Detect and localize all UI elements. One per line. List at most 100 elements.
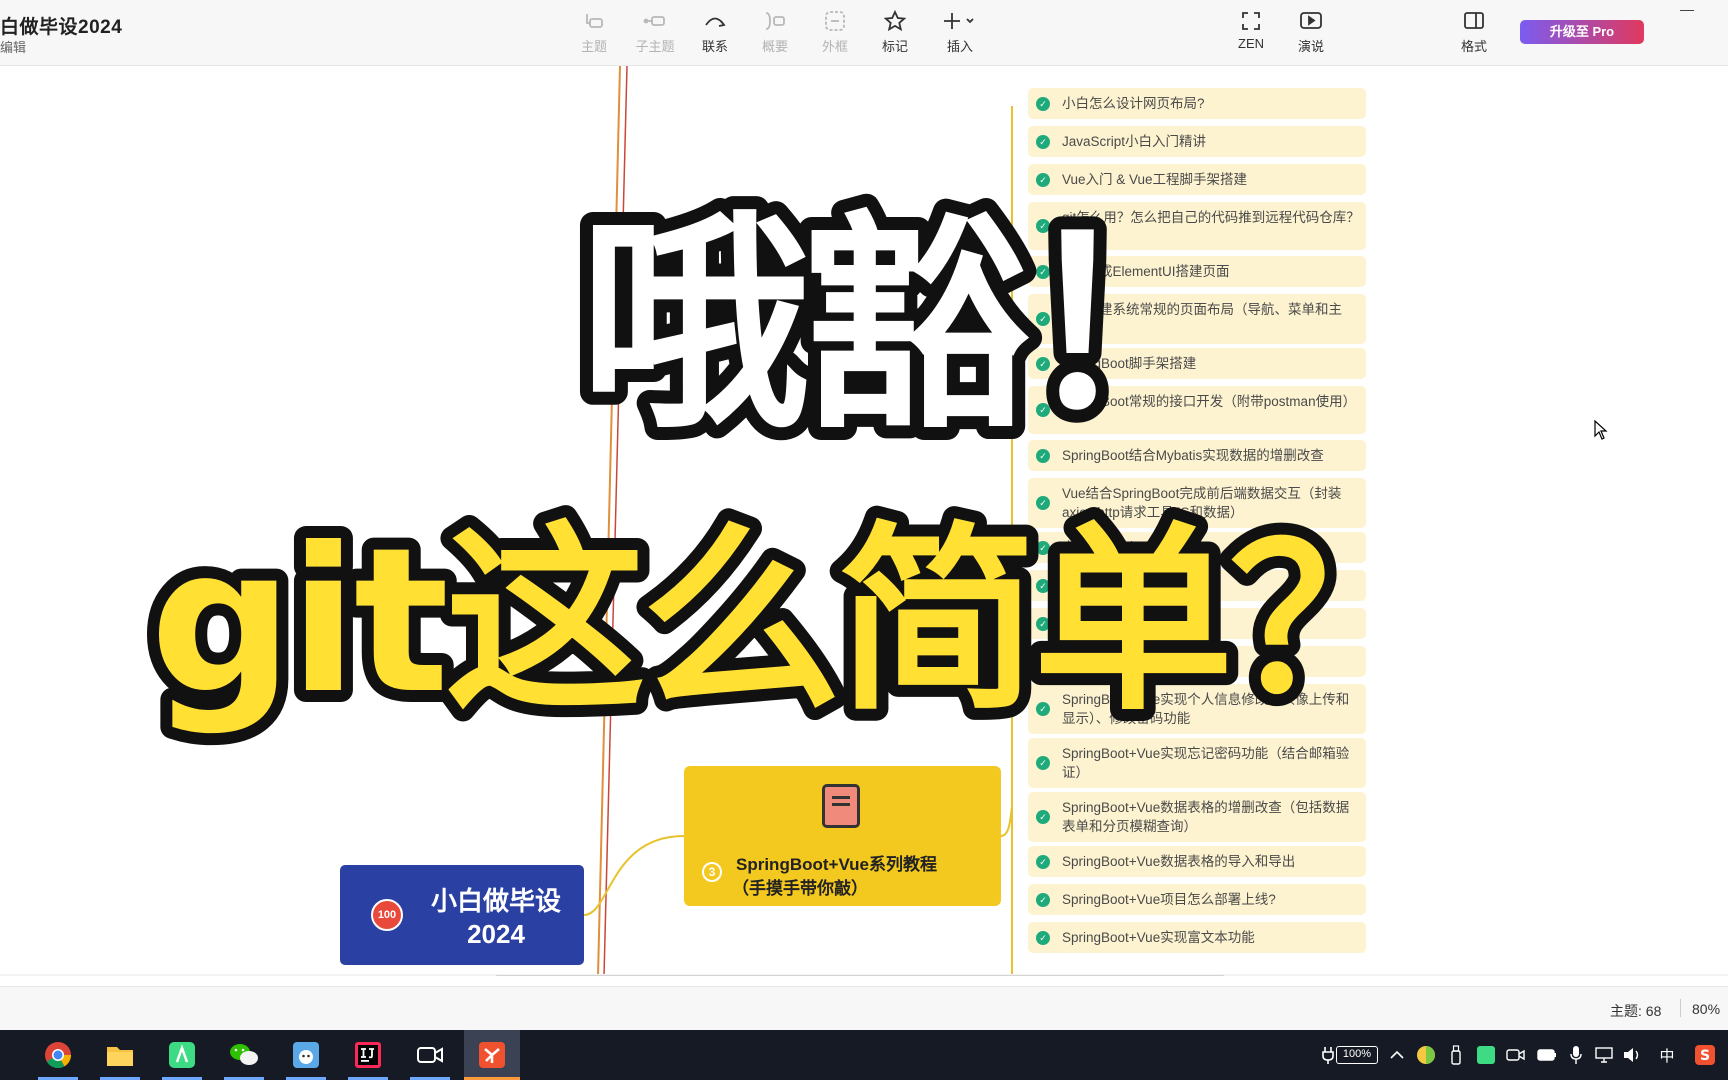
task-complete-icon[interactable]: ✓	[1036, 654, 1050, 669]
subtopic-item[interactable]: ✓ SpringBoot+Vue项目怎么部署上线?	[1028, 884, 1366, 915]
task-complete-icon[interactable]: ✓	[1036, 356, 1050, 371]
task-complete-icon[interactable]: ✓	[1036, 616, 1050, 631]
tray-usb[interactable]	[1444, 1030, 1468, 1080]
toolbar-format-button[interactable]: 格式	[1444, 10, 1504, 55]
subtopic-label: SpringBoot+Vue实现富文本功能	[1062, 930, 1255, 945]
toolbar-zen-button[interactable]: ZEN	[1221, 10, 1281, 51]
taskbar-live2d[interactable]	[278, 1030, 334, 1080]
subtopic-item[interactable]: ✓ JavaScript小白入门精讲	[1028, 126, 1366, 157]
task-complete-icon[interactable]: ✓	[1036, 264, 1050, 279]
subtopic-item[interactable]: ✓ SpringBoot+Vue数据表格的导入和导出	[1028, 846, 1366, 877]
subtopic-item[interactable]: ✓ git怎么用？怎么把自己的代码推到远程代码仓库？	[1028, 202, 1366, 250]
window-minimize-button[interactable]	[1680, 10, 1694, 11]
toolbar-boundary-button[interactable]: 外框	[805, 10, 865, 55]
subtopic-item[interactable]: ✓ Vue搭建系统常规的页面布局（导航、菜单和主体）	[1028, 294, 1366, 344]
xmind-app-window: 白做毕设2024 编辑 主题 子主题 联系 概要 外框 标记 插入 ZEN 演说…	[0, 0, 1728, 1080]
android-studio-icon	[169, 1042, 195, 1068]
tray-overflow[interactable]	[1386, 1030, 1408, 1080]
relationship-icon	[705, 17, 726, 27]
subtopic-item[interactable]: ✓ 前后端分离开发文件上传	[1028, 608, 1366, 639]
subtopic-item[interactable]: ✓ SpringBoot+Vue实现富文本功能	[1028, 922, 1366, 953]
toolbar-marker-label: 标记	[881, 39, 908, 54]
subtopic-label: Vue搭建系统常规的页面布局（导航、菜单和主体）	[1062, 302, 1343, 336]
speaker-icon	[1624, 1048, 1639, 1062]
subtopic-item[interactable]: ✓ Vue入门 & Vue工程脚手架搭建	[1028, 164, 1366, 195]
task-complete-icon[interactable]: ✓	[1036, 756, 1050, 770]
tray-volume[interactable]	[1620, 1030, 1644, 1080]
task-complete-icon[interactable]: ✓	[1036, 810, 1050, 824]
boundary-icon	[825, 11, 845, 31]
task-complete-icon[interactable]: ✓	[1036, 312, 1050, 326]
taskbar-intellij[interactable]	[340, 1030, 396, 1080]
task-complete-icon[interactable]: ✓	[1036, 96, 1050, 111]
colorful-app-icon	[1417, 1046, 1435, 1064]
taskbar-wechat[interactable]	[216, 1030, 272, 1080]
sogou-ime-icon: S	[1695, 1045, 1715, 1065]
task-complete-icon[interactable]: ✓	[1036, 448, 1050, 463]
toolbar-subtopic-button[interactable]: 子主题	[625, 10, 685, 55]
task-complete-icon[interactable]: ✓	[1036, 496, 1050, 510]
task-complete-icon[interactable]: ✓	[1036, 578, 1050, 593]
battery-indicator[interactable]: 100%	[1336, 1046, 1378, 1064]
document-subtitle: 编辑	[0, 40, 27, 55]
xmind-icon	[479, 1042, 505, 1068]
tray-android-studio[interactable]	[1474, 1030, 1498, 1080]
tray-ime-mode[interactable]: 中	[1654, 1030, 1680, 1080]
subtopic-item[interactable]: ✓ Vue结合SpringBoot完成前后端数据交互（封装axios http请求…	[1028, 478, 1366, 528]
tray-network[interactable]	[1592, 1030, 1616, 1080]
task-complete-icon[interactable]: ✓	[1036, 403, 1050, 417]
taskbar-file-explorer[interactable]	[92, 1030, 148, 1080]
sogou-ime-letter: S	[1700, 1048, 1710, 1064]
subtopic-label: 实现登录验证	[1062, 540, 1143, 555]
subtopic-item[interactable]: ✓ SpringBoot脚手架搭建	[1028, 348, 1366, 379]
tray-camera[interactable]	[1504, 1030, 1528, 1080]
toolbar-present-button[interactable]: 演说	[1281, 10, 1341, 55]
subtopic-item[interactable]: ✓ 小白怎么设计网页布局?	[1028, 88, 1366, 119]
subtopic-item[interactable]: ✓ Vue集成ElementUI搭建页面	[1028, 256, 1366, 287]
subtopic-item[interactable]: ✓ SpringBoot+Vue实现个人信息修改（头像上传和显示）、修改密码功能	[1028, 684, 1366, 734]
subtopic-item[interactable]: ✓ SpringBoot常规的接口开发（附带postman使用）	[1028, 386, 1366, 434]
taskbar-chrome[interactable]	[30, 1030, 86, 1080]
task-complete-icon[interactable]: ✓	[1036, 702, 1050, 716]
tray-battery[interactable]	[1534, 1030, 1560, 1080]
mindmap-canvas[interactable]: ✓ 小白怎么设计网页布局? ✓ JavaScript小白入门精讲 ✓ Vue入门 & Vu…	[0, 66, 1728, 976]
upgrade-pro-button[interactable]: 升级至 Pro	[1520, 20, 1644, 44]
zoom-level[interactable]: 80%	[1692, 1001, 1720, 1017]
taskbar-video-meeting[interactable]	[402, 1030, 458, 1080]
task-complete-icon[interactable]: ✓	[1036, 134, 1050, 149]
usb-drive-icon	[1451, 1045, 1461, 1065]
microphone-icon	[1570, 1046, 1582, 1064]
taskbar-xmind[interactable]	[464, 1030, 520, 1080]
intellij-icon	[355, 1042, 381, 1068]
play-screen-icon	[1300, 12, 1322, 29]
subtopic-item[interactable]: ✓ 实现登录验证	[1028, 532, 1366, 563]
main-topic-springboot-vue[interactable]: 3 SpringBoot+Vue系列教程 （手摸手带你敲）	[684, 766, 1001, 906]
subtopic-item[interactable]: ✓ SpringBoot怎么实现文件下载	[1028, 646, 1366, 677]
toolbar-marker-button[interactable]: 标记	[865, 10, 925, 55]
toolbar-summary-button[interactable]: 概要	[745, 10, 805, 55]
document-title[interactable]: 白做毕设2024	[0, 12, 122, 39]
toolbar-insert-button[interactable]: 插入	[930, 10, 990, 55]
task-complete-icon[interactable]: ✓	[1036, 854, 1050, 869]
tray-app-1[interactable]	[1414, 1030, 1438, 1080]
subtopic-item[interactable]: ✓ SpringBoot结合Mybatis实现数据的增删改查	[1028, 440, 1366, 471]
task-complete-icon[interactable]: ✓	[1036, 892, 1050, 907]
status-divider	[1680, 999, 1681, 1017]
tray-sogou-ime[interactable]: S	[1690, 1030, 1720, 1080]
task-complete-icon[interactable]: ✓	[1036, 930, 1050, 945]
tray-microphone[interactable]	[1564, 1030, 1588, 1080]
toolbar-relationship-button[interactable]: 联系	[685, 10, 745, 55]
task-complete-icon[interactable]: ✓	[1036, 540, 1050, 555]
subtopic-item[interactable]: ✓ SpringBoot+Vue实现忘记密码功能（结合邮箱验证）	[1028, 738, 1366, 788]
horizontal-scrollbar-thumb[interactable]	[494, 975, 1226, 976]
task-complete-icon[interactable]: ✓	[1036, 172, 1050, 187]
tray-power-plug[interactable]	[1318, 1030, 1338, 1080]
subtopic-item[interactable]: ✓ SpringBoot+Vue数据表格的增删改查（包括数据表单和分页模糊查询）	[1028, 792, 1366, 842]
taskbar-android-studio[interactable]	[154, 1030, 210, 1080]
root-topic-year: 2024	[467, 919, 525, 949]
root-topic[interactable]: 100 小白做毕设 2024	[340, 865, 584, 965]
toolbar-topic-button[interactable]: 主题	[564, 10, 624, 55]
battery-icon	[1537, 1049, 1556, 1061]
subtopic-item[interactable]: ✓ SpringBoot集成JWT	[1028, 570, 1366, 601]
task-complete-icon[interactable]: ✓	[1036, 219, 1050, 233]
